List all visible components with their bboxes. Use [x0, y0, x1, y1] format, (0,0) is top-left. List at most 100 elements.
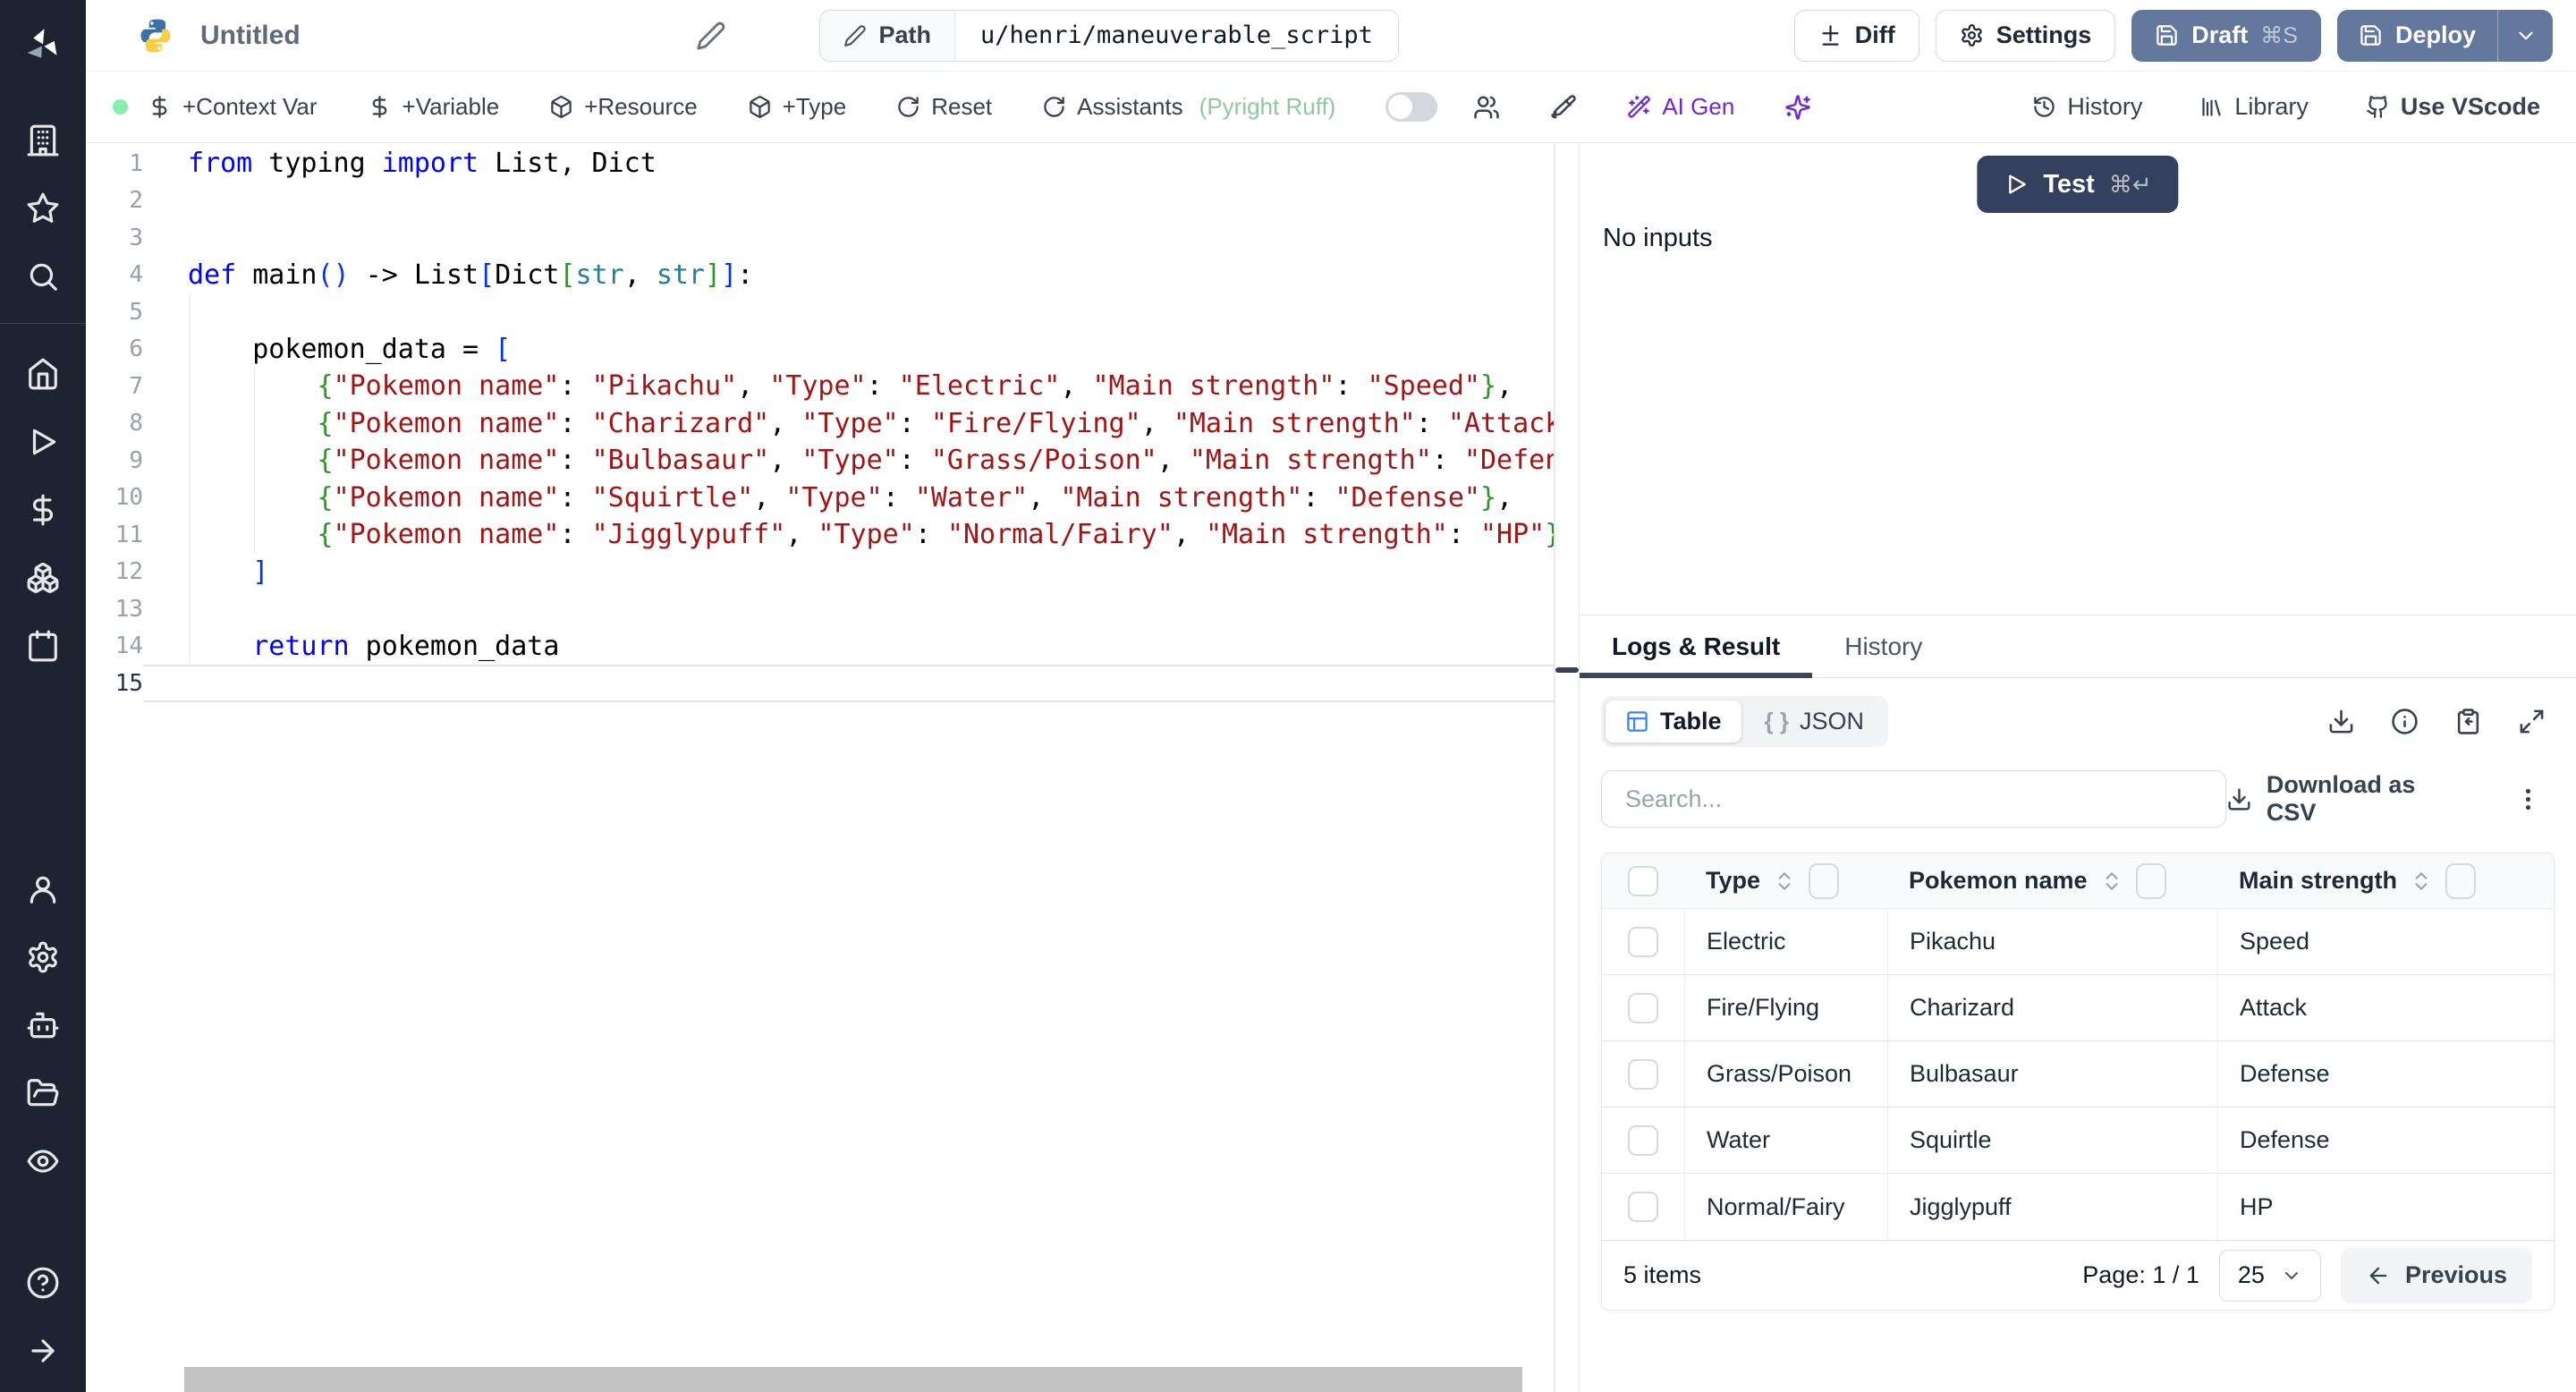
right-panel: Test ⌘↵ No inputs Logs & Result History …	[1580, 143, 2576, 1392]
settings-button[interactable]: Settings	[1935, 9, 2116, 62]
column-label: Type	[1706, 867, 1761, 894]
diff-button[interactable]: Diff	[1793, 9, 1919, 62]
windmill-logo-icon[interactable]	[22, 25, 64, 71]
workspace-building-icon[interactable]	[25, 123, 61, 158]
code-line-8[interactable]: 8 {"Pokemon name": "Charizard", "Type": …	[86, 405, 1555, 443]
row-checkbox[interactable]	[1628, 1192, 1658, 1222]
add-variable-button[interactable]: +Variable	[368, 93, 499, 121]
table-row[interactable]: Grass/Poison Bulbasaur Defense	[1602, 1041, 2554, 1108]
previous-page-button[interactable]: Previous	[2340, 1247, 2532, 1303]
row-checkbox[interactable]	[1628, 1125, 1658, 1156]
expand-sidebar-arrow-icon[interactable]	[25, 1333, 61, 1369]
deploy-button[interactable]: Deploy	[2337, 10, 2497, 62]
tab-history[interactable]: History	[1812, 615, 1954, 677]
schedules-calendar-icon[interactable]	[25, 628, 61, 664]
line-content: {"Pokemon name": "Bulbasaur", "Type": "G…	[317, 445, 1555, 477]
history-button[interactable]: History	[2032, 93, 2142, 121]
variables-dollar-icon[interactable]	[25, 492, 61, 528]
sort-icon[interactable]	[2100, 870, 2123, 893]
resources-boxes-icon[interactable]	[25, 560, 61, 596]
code-line-1[interactable]: 1 from typing import List, Dict	[86, 145, 1555, 182]
table-row[interactable]: Fire/Flying Charizard Attack	[1602, 975, 2554, 1041]
path-value[interactable]: u/henri/maneuverable_script	[955, 10, 1398, 61]
row-checkbox[interactable]	[1628, 992, 1658, 1023]
deploy-options-chevron[interactable]	[2497, 9, 2553, 62]
edit-summary-pencil-icon[interactable]	[696, 21, 726, 51]
add-resource-button[interactable]: +Resource	[549, 93, 698, 121]
items-count: 5 items	[1623, 1261, 1702, 1288]
table-search-input[interactable]	[1601, 770, 2226, 828]
code-line-15[interactable]: 15	[86, 665, 1555, 702]
view-table-option[interactable]: Table	[1606, 700, 1741, 743]
expand-icon[interactable]	[2518, 708, 2546, 735]
copy-clipboard-icon[interactable]	[2454, 708, 2482, 735]
code-line-14[interactable]: 14 return pokemon_data	[86, 628, 1555, 666]
settings-gear-icon[interactable]	[25, 939, 61, 975]
sort-icon[interactable]	[1773, 870, 1796, 893]
code-line-10[interactable]: 10 {"Pokemon name": "Squirtle", "Type": …	[86, 480, 1555, 517]
library-button[interactable]: Library	[2199, 93, 2309, 121]
code-line-6[interactable]: 6 pokemon_data = [	[86, 331, 1555, 369]
column-filter-box[interactable]	[1809, 862, 1840, 899]
users-person-icon[interactable]	[25, 871, 61, 907]
gear-icon	[1962, 24, 1982, 47]
runs-play-icon[interactable]	[25, 424, 61, 460]
panel-splitter[interactable]	[1555, 143, 1580, 1392]
code-line-3[interactable]: 3	[86, 219, 1555, 257]
home-icon[interactable]	[25, 356, 61, 392]
select-all-checkbox[interactable]	[1628, 865, 1658, 896]
info-icon[interactable]	[2391, 708, 2419, 735]
sort-icon[interactable]	[2410, 870, 2433, 893]
horizontal-scrollbar[interactable]	[184, 1367, 1522, 1392]
draft-shortcut: ⌘S	[2260, 22, 2298, 48]
table-row[interactable]: Electric Pikachu Speed	[1602, 909, 2554, 975]
collab-toggle[interactable]	[1385, 92, 1438, 122]
add-context-var-button[interactable]: +Context Var	[148, 93, 318, 121]
folders-icon[interactable]	[25, 1075, 61, 1111]
search-icon[interactable]	[25, 259, 61, 294]
use-vscode-button[interactable]: Use VScode	[2366, 93, 2540, 121]
reset-button[interactable]: Reset	[896, 93, 992, 121]
row-checkbox[interactable]	[1628, 926, 1658, 957]
add-type-button[interactable]: +Type	[748, 93, 846, 121]
script-path-field[interactable]: Path u/henri/maneuverable_script	[818, 9, 1399, 62]
draft-button[interactable]: Draft ⌘S	[2131, 9, 2321, 62]
line-number: 4	[129, 261, 143, 289]
column-filter-box[interactable]	[2445, 862, 2477, 899]
page-info: Page: 1 / 1	[2082, 1261, 2199, 1288]
workers-robot-icon[interactable]	[25, 1007, 61, 1043]
audit-eye-icon[interactable]	[25, 1143, 61, 1179]
code-line-5[interactable]: 5	[86, 293, 1555, 331]
splitter-drag-handle[interactable]	[1555, 667, 1579, 673]
code-line-4[interactable]: 4 def main() -> List[Dict[str, str]]:	[86, 257, 1555, 294]
code-line-7[interactable]: 7 {"Pokemon name": "Pikachu", "Type": "E…	[86, 368, 1555, 405]
code-line-2[interactable]: 2	[86, 182, 1555, 220]
tab-logs-result[interactable]: Logs & Result	[1580, 615, 1813, 678]
code-line-13[interactable]: 13	[86, 590, 1555, 628]
page-size-select[interactable]: 25	[2218, 1249, 2321, 1302]
kebab-menu-icon[interactable]	[2514, 785, 2542, 813]
favorites-star-icon[interactable]	[25, 191, 61, 226]
assistants-button[interactable]: Assistants (Pyright Ruff)	[1042, 93, 1335, 121]
view-json-option[interactable]: { } JSON	[1745, 700, 1884, 743]
code-editor[interactable]: 1 from typing import List, Dict 2 3 4 def mai…	[86, 143, 1555, 1392]
test-button[interactable]: Test ⌘↵	[1977, 156, 2179, 213]
table-row[interactable]: Water Squirtle Defense	[1602, 1108, 2554, 1174]
download-csv-button[interactable]: Download as CSV	[2226, 771, 2471, 827]
code-line-12[interactable]: 12 ]	[86, 554, 1555, 591]
table-row[interactable]: Normal/Fairy Jigglypuff HP	[1602, 1174, 2554, 1240]
column-header-type: Type	[1684, 862, 1887, 899]
line-number: 5	[129, 298, 143, 326]
help-icon[interactable]	[25, 1265, 61, 1301]
code-line-11[interactable]: 11 {"Pokemon name": "Jigglypuff", "Type"…	[86, 516, 1555, 554]
sparkles-icon[interactable]	[1784, 94, 1811, 121]
column-filter-box[interactable]	[2135, 862, 2166, 899]
format-paintbrush-icon[interactable]	[1550, 94, 1577, 121]
results-section: Table { } JSON Download as CSV	[1580, 678, 2576, 1392]
code-line-9[interactable]: 9 {"Pokemon name": "Bulbasaur", "Type": …	[86, 442, 1555, 480]
multiplayer-users-icon[interactable]	[1473, 94, 1500, 121]
download-result-icon[interactable]	[2327, 708, 2355, 735]
table-cell: HP	[2217, 1174, 2554, 1240]
ai-gen-button[interactable]: AI Gen	[1627, 93, 1734, 121]
row-checkbox[interactable]	[1628, 1058, 1658, 1090]
